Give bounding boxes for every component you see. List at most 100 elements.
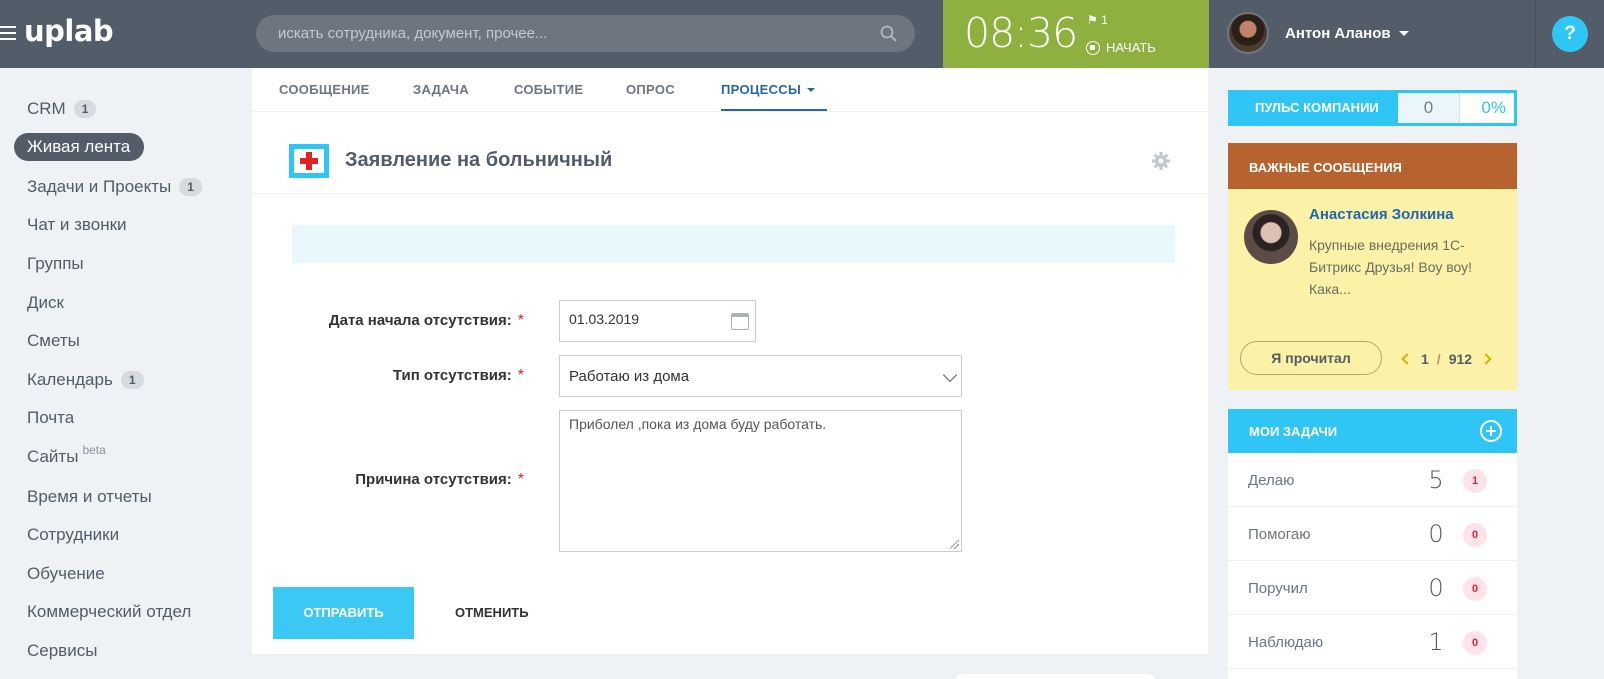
- mark-read-button[interactable]: Я прочитал: [1240, 341, 1382, 375]
- cancel-button[interactable]: ОТМЕНИТЬ: [455, 605, 529, 620]
- avatar[interactable]: [1244, 210, 1298, 264]
- task-badge[interactable]: 0: [1463, 577, 1487, 601]
- sidebar-item-chat[interactable]: Чат и звонки: [27, 211, 127, 239]
- sidebar-item-live-feed[interactable]: Живая лента: [14, 133, 145, 161]
- chevron-down-icon[interactable]: [1398, 30, 1409, 36]
- task-badge[interactable]: 0: [1463, 631, 1487, 655]
- sidebar-item-label: Коммерческий отдел: [27, 602, 192, 621]
- task-count: 0: [1428, 520, 1444, 548]
- sidebar-item-sites[interactable]: Сайты beta: [27, 443, 106, 471]
- task-label: Поручил: [1248, 580, 1308, 597]
- required-mark: *: [517, 312, 524, 329]
- reason-textarea[interactable]: Приболел ,пока из дома буду работать.: [559, 410, 962, 552]
- search-input[interactable]: [256, 15, 816, 52]
- task-badge[interactable]: 0: [1463, 523, 1487, 547]
- counter-badge: 1: [179, 178, 202, 196]
- task-row-assigned[interactable]: Поручил 0 0: [1228, 561, 1517, 615]
- search-box[interactable]: [256, 15, 915, 52]
- post-tabs: СООБЩЕНИЕ ЗАДАЧА СОБЫТИЕ ОПРОС ПРОЦЕССЫ: [252, 68, 1208, 112]
- help-button[interactable]: ?: [1552, 16, 1588, 52]
- search-icon[interactable]: [880, 25, 897, 42]
- absence-type-select[interactable]: Работаю из дома: [559, 355, 962, 397]
- sidebar-item-time-reports[interactable]: Время и отчеты: [27, 483, 152, 511]
- tab-task[interactable]: ЗАДАЧА: [413, 82, 469, 97]
- tab-event[interactable]: СОБЫТИЕ: [514, 82, 583, 97]
- flag-counter[interactable]: ⚑ 1: [1087, 13, 1108, 27]
- important-messages-title: ВАЖНЫЕ СООБЩЕНИЯ: [1228, 143, 1517, 189]
- work-timer[interactable]: 08:36 ⚑ 1 НАЧАТЬ: [943, 0, 1209, 68]
- reason-value: Приболел ,пока из дома буду работать.: [569, 416, 827, 432]
- pulse-value: 0: [1398, 93, 1460, 123]
- top-header: uplab 08:36 ⚑ 1 НАЧАТЬ Антон Аланов ?: [0, 0, 1604, 68]
- sidebar-item-sales-dept[interactable]: Коммерческий отдел: [27, 598, 191, 626]
- task-row-helping[interactable]: Помогаю 0 0: [1228, 507, 1517, 561]
- calendar-icon[interactable]: [731, 313, 749, 330]
- sidebar-item-label: Сайты: [27, 447, 79, 466]
- user-name[interactable]: Антон Аланов: [1285, 25, 1391, 42]
- menu-burger-icon[interactable]: [0, 26, 16, 40]
- my-tasks-header: МОИ ЗАДАЧИ: [1228, 409, 1517, 453]
- pulse-values: 0 0%: [1398, 93, 1514, 123]
- page-total: 912: [1448, 351, 1473, 367]
- sidebar-item-tasks[interactable]: Задачи и Проекты 1: [27, 173, 202, 201]
- sidebar-item-estimates[interactable]: Сметы: [27, 327, 80, 355]
- sidebar-item-learning[interactable]: Обучение: [27, 560, 105, 588]
- chevron-left-icon[interactable]: [1401, 353, 1413, 365]
- sidebar-item-mail[interactable]: Почта: [27, 404, 74, 432]
- sidebar-item-employees[interactable]: Сотрудники: [27, 521, 119, 549]
- task-row-doing[interactable]: Делаю 5 1: [1228, 453, 1517, 507]
- sidebar-item-label: Живая лента: [27, 137, 131, 156]
- add-task-icon[interactable]: [1480, 420, 1502, 442]
- chevron-right-icon[interactable]: [1480, 353, 1492, 365]
- tab-processes[interactable]: ПРОЦЕССЫ: [721, 82, 828, 111]
- my-tasks-title[interactable]: МОИ ЗАДАЧИ: [1249, 424, 1337, 439]
- avatar[interactable]: [1227, 12, 1269, 54]
- task-count: 5: [1428, 466, 1444, 494]
- sidebar-item-label: Группы: [27, 254, 84, 273]
- required-mark: *: [517, 367, 524, 384]
- message-pager: 1 / 912: [1401, 351, 1492, 367]
- start-date-field[interactable]: 01.03.2019: [559, 300, 756, 342]
- task-badge[interactable]: 1: [1463, 469, 1487, 493]
- task-label: Помогаю: [1248, 526, 1311, 543]
- sidebar-item-services[interactable]: Сервисы: [27, 637, 97, 665]
- tab-message[interactable]: СООБЩЕНИЕ: [279, 82, 370, 97]
- sidebar-item-label: CRM: [27, 99, 66, 118]
- start-date-label: Дата начала отсутствия: *: [252, 312, 524, 330]
- info-strip: [292, 225, 1175, 263]
- sidebar-item-label: Обучение: [27, 564, 105, 583]
- task-count: 0: [1428, 574, 1444, 602]
- task-row-watching[interactable]: Наблюдаю 1 0: [1228, 615, 1517, 669]
- sidebar-item-calendar[interactable]: Календарь 1: [27, 366, 144, 394]
- field-label: Причина отсутствия:: [355, 471, 512, 488]
- chevron-down-icon: [942, 367, 958, 383]
- logo[interactable]: uplab: [24, 14, 114, 48]
- beta-badge: beta: [82, 443, 106, 457]
- tab-poll[interactable]: ОПРОС: [626, 82, 675, 97]
- resize-handle-icon[interactable]: [950, 540, 959, 549]
- medical-cross-icon: [289, 144, 329, 178]
- caret-down-icon: [807, 88, 816, 92]
- start-workday-button[interactable]: НАЧАТЬ: [1086, 40, 1156, 55]
- user-menu[interactable]: Антон Аланов: [1227, 12, 1409, 54]
- absence-type-value: Работаю из дома: [569, 368, 690, 385]
- sidebar-item-label: Время и отчеты: [27, 487, 152, 506]
- sidebar-item-label: Сотрудники: [27, 525, 120, 544]
- sidebar-item-label: Задачи и Проекты: [27, 177, 172, 196]
- flag-icon: ⚑: [1087, 13, 1098, 27]
- sidebar-item-label: Сметы: [27, 331, 80, 350]
- page-separator: /: [1436, 351, 1441, 367]
- company-pulse[interactable]: ПУЛЬС КОМПАНИИ 0 0%: [1228, 90, 1517, 126]
- header-divider: [1535, 0, 1536, 68]
- sidebar-item-groups[interactable]: Группы: [27, 250, 84, 278]
- post-form-panel: СООБЩЕНИЕ ЗАДАЧА СОБЫТИЕ ОПРОС ПРОЦЕССЫ …: [252, 68, 1208, 654]
- submit-button[interactable]: ОТПРАВИТЬ: [273, 587, 414, 639]
- gear-icon[interactable]: [1151, 151, 1171, 171]
- pulse-label: ПУЛЬС КОМПАНИИ: [1255, 100, 1379, 115]
- pulse-percent: 0%: [1481, 98, 1506, 117]
- important-message-card: Анастасия Золкина Крупные внедрения 1С-Б…: [1228, 189, 1517, 390]
- sidebar-item-crm[interactable]: CRM 1: [27, 95, 97, 123]
- message-text[interactable]: Крупные внедрения 1С-Битрикс Друзья! Воу…: [1309, 234, 1505, 300]
- message-author[interactable]: Анастасия Золкина: [1309, 206, 1454, 223]
- sidebar-item-disk[interactable]: Диск: [27, 289, 64, 317]
